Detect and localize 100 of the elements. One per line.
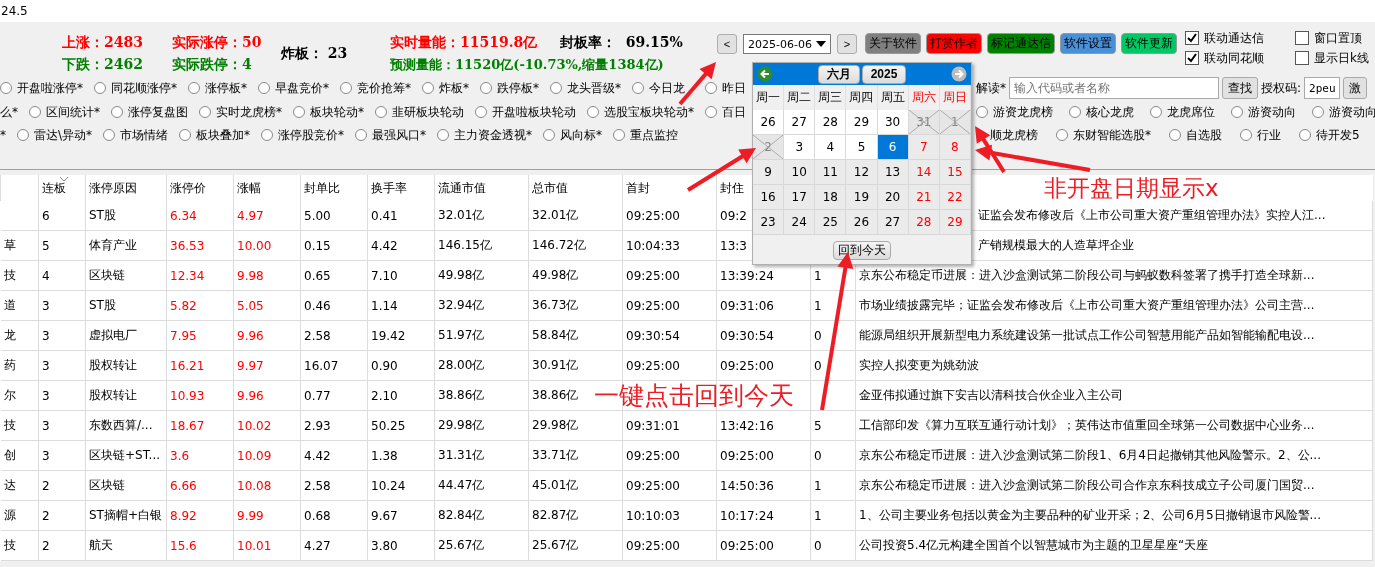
radio-button[interactable] [1231,106,1243,118]
table-cell: 10:04:33 [626,238,680,253]
table-cell: 7.95 [170,328,197,343]
radio-button[interactable] [261,129,274,141]
radio-button[interactable] [550,82,562,94]
table-cell: 草 [3,238,16,252]
column-header[interactable]: 封单比 [304,180,340,195]
radio-button[interactable] [613,129,626,141]
calendar-day[interactable]: 11 [815,160,847,185]
radio-button[interactable] [0,82,12,94]
calendar-day[interactable]: 23 [753,210,785,235]
radio-button[interactable] [1069,106,1081,118]
radio-button[interactable] [293,106,305,118]
calendar-day[interactable]: 29 [846,110,878,135]
prev-month-icon[interactable] [757,66,773,82]
table-cell: 6.34 [170,208,197,223]
radio-button[interactable] [179,129,192,141]
column-header[interactable]: 涨停价 [170,180,206,195]
calendar-day[interactable]: 25 [815,210,847,235]
calendar-day[interactable]: 26 [846,210,878,235]
table-cell: 10.09 [237,448,272,463]
checkbox[interactable] [1185,51,1199,65]
radio-button[interactable] [375,106,387,118]
radio-button[interactable] [111,106,123,118]
radio-button[interactable] [94,82,106,94]
date-select[interactable]: 2025-06-06 [743,34,831,54]
auth-code-field[interactable]: 2peu [1304,77,1341,99]
radio-label: 实时龙虎榜* [216,103,282,121]
radio-button[interactable] [258,82,270,94]
radio-button[interactable] [976,106,988,118]
radio-button[interactable] [632,82,644,94]
calendar-day[interactable]: 16 [753,185,785,210]
checkbox[interactable] [1295,51,1309,65]
column-header[interactable]: 涨幅 [237,180,261,195]
table-cell: 9.98 [237,268,264,283]
toolbar-button[interactable]: 关于软件 [865,33,921,54]
radio-button[interactable] [1169,129,1181,141]
next-month-icon[interactable] [951,66,967,82]
radio-button[interactable] [480,82,492,94]
calendar-day[interactable]: 24 [784,210,816,235]
calendar-day[interactable]: 17 [784,185,816,210]
today-button[interactable]: 回到今天 [833,241,891,260]
calendar-day[interactable]: 3 [784,135,816,160]
radio-button[interactable] [355,129,368,141]
column-header[interactable]: 连板 [42,180,66,195]
calendar-day[interactable]: 19 [846,185,878,210]
radio-button[interactable] [188,82,200,94]
column-header[interactable]: 封住 [720,180,744,195]
calendar-day[interactable]: 27 [784,110,816,135]
action-button[interactable]: 激 [1343,77,1368,99]
calendar-day[interactable]: 28 [815,110,847,135]
radio-button[interactable] [17,129,29,141]
calendar-day[interactable]: 12 [846,160,878,185]
table-cell: 尔 [3,388,16,402]
radio-button[interactable] [1056,129,1068,141]
radio-button[interactable] [340,82,352,94]
calendar-day[interactable]: 5 [846,135,878,160]
radio-button[interactable] [1240,129,1252,141]
calendar-day[interactable]: 13 [877,160,909,185]
toolbar-button[interactable]: 软件设置 [1060,33,1116,54]
column-header[interactable]: 涨停原因 [89,180,137,195]
calendar-day[interactable]: 30 [877,110,909,135]
radio-button[interactable] [705,106,717,118]
radio-button[interactable] [1299,129,1311,141]
table-cell: 32.01亿 [532,208,579,222]
radio-button[interactable] [103,129,116,141]
toolbar-button[interactable]: 软件更新 [1121,33,1177,54]
column-header[interactable]: 换手率 [371,180,407,195]
radio-button[interactable] [199,106,211,118]
next-day-button[interactable]: > [837,34,857,54]
calendar-day[interactable]: 6 [877,135,909,160]
action-button[interactable]: 查找 [1222,77,1258,99]
radio-button[interactable] [29,106,41,118]
checkbox[interactable] [1295,31,1309,45]
calendar-day[interactable]: 26 [753,110,785,135]
radio-button[interactable] [705,82,717,94]
radio-button[interactable] [475,106,487,118]
column-header[interactable]: 流通市值 [438,180,486,195]
rise-count: 上涨：2483 [62,34,144,52]
search-field[interactable]: 输入代码或者名称 [1009,77,1219,99]
calendar-day[interactable]: 4 [815,135,847,160]
year-button[interactable]: 2025 [861,64,907,84]
calendar-day[interactable]: 9 [753,160,785,185]
checkbox[interactable] [1185,31,1199,45]
column-header[interactable]: 首封 [626,180,650,195]
radio-button[interactable] [1150,106,1162,118]
calendar-day[interactable]: 18 [815,185,847,210]
radio-button[interactable] [543,129,556,141]
radio-button[interactable] [587,106,599,118]
radio-button[interactable] [437,129,450,141]
calendar-day[interactable]: 10 [784,160,816,185]
toolbar-button[interactable]: 标记通达信 [987,33,1055,54]
toolbar-button[interactable]: 打赏作者 [926,33,982,54]
calendar-day[interactable]: 27 [877,210,909,235]
prev-day-button[interactable]: < [717,34,737,54]
month-button[interactable]: 六月 [817,64,860,84]
column-header[interactable]: 总市值 [532,180,568,195]
calendar-day[interactable]: 20 [877,185,909,210]
radio-button[interactable] [422,82,434,94]
radio-button[interactable] [1312,106,1324,118]
